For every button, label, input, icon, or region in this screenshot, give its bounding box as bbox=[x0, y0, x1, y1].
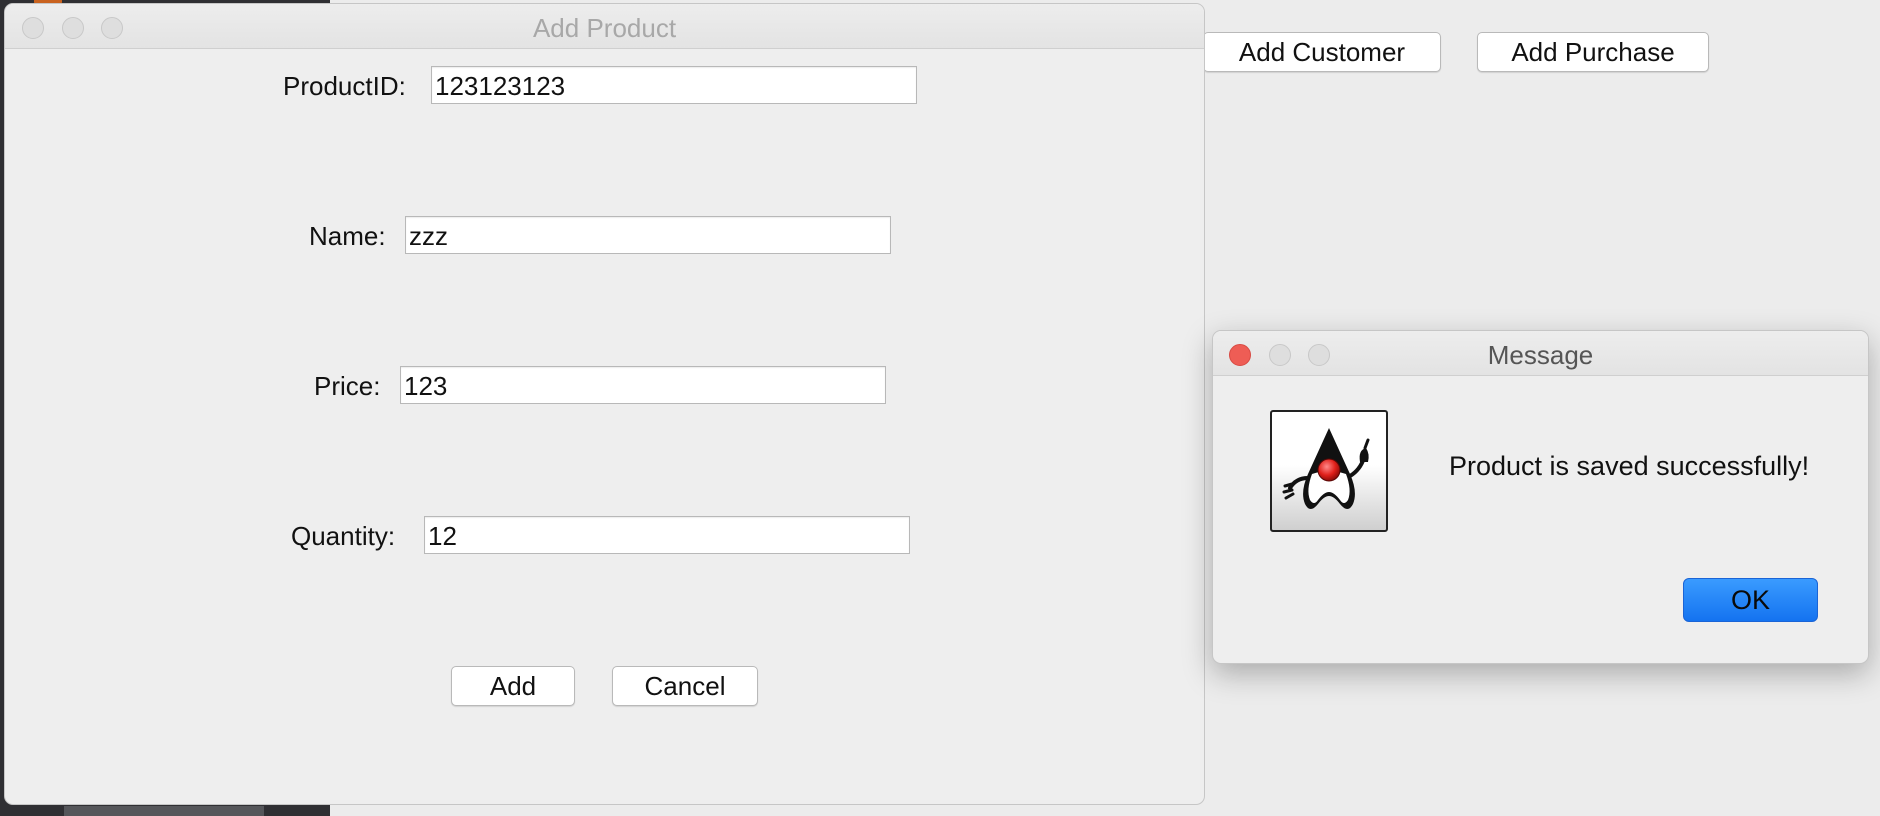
add-product-titlebar: Add Product bbox=[5, 4, 1204, 49]
quantity-label: Quantity: bbox=[291, 521, 396, 551]
product-id-label: ProductID: bbox=[283, 71, 406, 101]
quantity-field[interactable] bbox=[424, 516, 910, 554]
ok-button-label: OK bbox=[1730, 584, 1770, 615]
price-field[interactable] bbox=[400, 366, 886, 404]
add-product-dialog: Add Product ProductID: Name: Price: Quan… bbox=[4, 3, 1205, 805]
price-label: Price: bbox=[314, 371, 381, 401]
add-product-title: Add Product bbox=[532, 13, 677, 43]
java-duke-icon bbox=[1270, 410, 1388, 532]
name-field[interactable] bbox=[405, 216, 891, 254]
main-title-fragment bbox=[1590, 0, 1880, 6]
add-customer-button[interactable]: Add Customer bbox=[1203, 32, 1441, 72]
message-text: Product is saved successfully! bbox=[1449, 451, 1810, 481]
name-label: Name: bbox=[309, 221, 386, 251]
product-id-field[interactable] bbox=[431, 66, 917, 104]
cancel-button[interactable]: Cancel bbox=[612, 666, 758, 706]
message-dialog: Message Product is saved successfully! O… bbox=[1212, 330, 1869, 664]
add-purchase-button[interactable]: Add Purchase bbox=[1477, 32, 1709, 72]
ok-button[interactable]: OK bbox=[1683, 578, 1818, 622]
message-title: Message bbox=[1487, 340, 1594, 370]
add-button[interactable]: Add bbox=[451, 666, 575, 706]
background-text-fragment bbox=[64, 806, 264, 816]
message-titlebar: Message bbox=[1213, 331, 1868, 376]
